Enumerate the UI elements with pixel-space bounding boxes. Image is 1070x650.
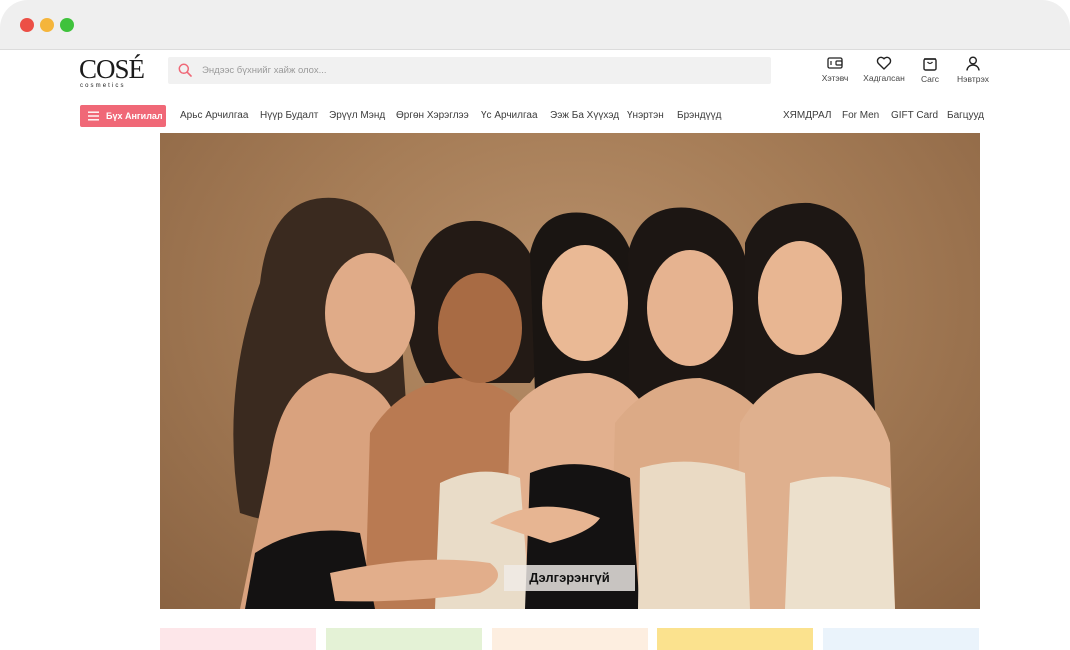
wallet-label: Хэтэвч — [821, 73, 849, 83]
nav-link-gift-card[interactable]: GIFT Card — [891, 109, 938, 123]
all-categories-label: Бүх Ангилал — [106, 111, 163, 121]
category-card-2[interactable] — [326, 628, 482, 650]
heart-icon — [876, 56, 892, 70]
minimize-window-button[interactable] — [40, 18, 54, 32]
search-icon[interactable] — [178, 63, 192, 77]
nav-link-makeup[interactable]: Нүүр Будалт — [260, 109, 318, 123]
hero-models-illustration — [233, 197, 895, 609]
browser-chrome-bar — [0, 0, 1070, 50]
nav-link-household[interactable]: Өргөн Хэрэглээ — [396, 109, 469, 123]
site-logo[interactable]: COSÉ cosmetics — [79, 54, 145, 90]
category-card-3[interactable] — [492, 628, 648, 650]
nav-link-brands[interactable]: Брэндүүд — [677, 109, 721, 123]
browser-window: COSÉ cosmetics Хэтэвч Хадгалсан Сагс — [0, 0, 1070, 650]
nav-link-mother-baby[interactable]: Ээж Ба Хүүхэд — [550, 109, 619, 123]
close-window-button[interactable] — [20, 18, 34, 32]
nav-link-skincare[interactable]: Арьс Арчилгаа — [180, 109, 248, 123]
saved-button[interactable]: Хадгалсан — [862, 56, 906, 88]
category-card-1[interactable] — [160, 628, 316, 650]
logo-wordmark: COSÉ — [79, 54, 145, 84]
nav-link-bundles[interactable]: Багцууд — [947, 109, 984, 123]
search-input[interactable] — [202, 57, 762, 84]
user-icon — [966, 56, 980, 71]
cart-button[interactable]: Сагс — [916, 56, 944, 88]
hero-banner[interactable]: Дэлгэрэнгүй — [160, 133, 980, 609]
wallet-button[interactable]: Хэтэвч — [818, 56, 852, 88]
maximize-window-button[interactable] — [60, 18, 74, 32]
all-categories-button[interactable]: Бүх Ангилал — [80, 105, 166, 127]
login-label: Нэвтрэх — [957, 74, 989, 84]
nav-link-health[interactable]: Эрүүл Мэнд — [329, 109, 385, 123]
login-button[interactable]: Нэвтрэх — [954, 56, 992, 88]
category-card-5[interactable] — [823, 628, 979, 650]
bag-icon — [923, 58, 937, 71]
nav-link-sale[interactable]: ХЯМДРАЛ — [783, 109, 831, 123]
hero-details-button[interactable]: Дэлгэрэнгүй — [504, 565, 635, 591]
wallet-icon — [827, 57, 843, 69]
menu-icon — [88, 111, 99, 121]
nav-link-haircare[interactable]: Үс Арчилгаа — [481, 109, 538, 123]
saved-label: Хадгалсан — [863, 73, 905, 83]
category-card-4[interactable] — [657, 628, 813, 650]
search-bar[interactable] — [168, 57, 771, 84]
nav-link-for-men[interactable]: For Men — [842, 109, 879, 123]
nav-link-fragrance[interactable]: Үнэртэн — [627, 109, 664, 123]
cart-label: Сагс — [920, 74, 940, 84]
